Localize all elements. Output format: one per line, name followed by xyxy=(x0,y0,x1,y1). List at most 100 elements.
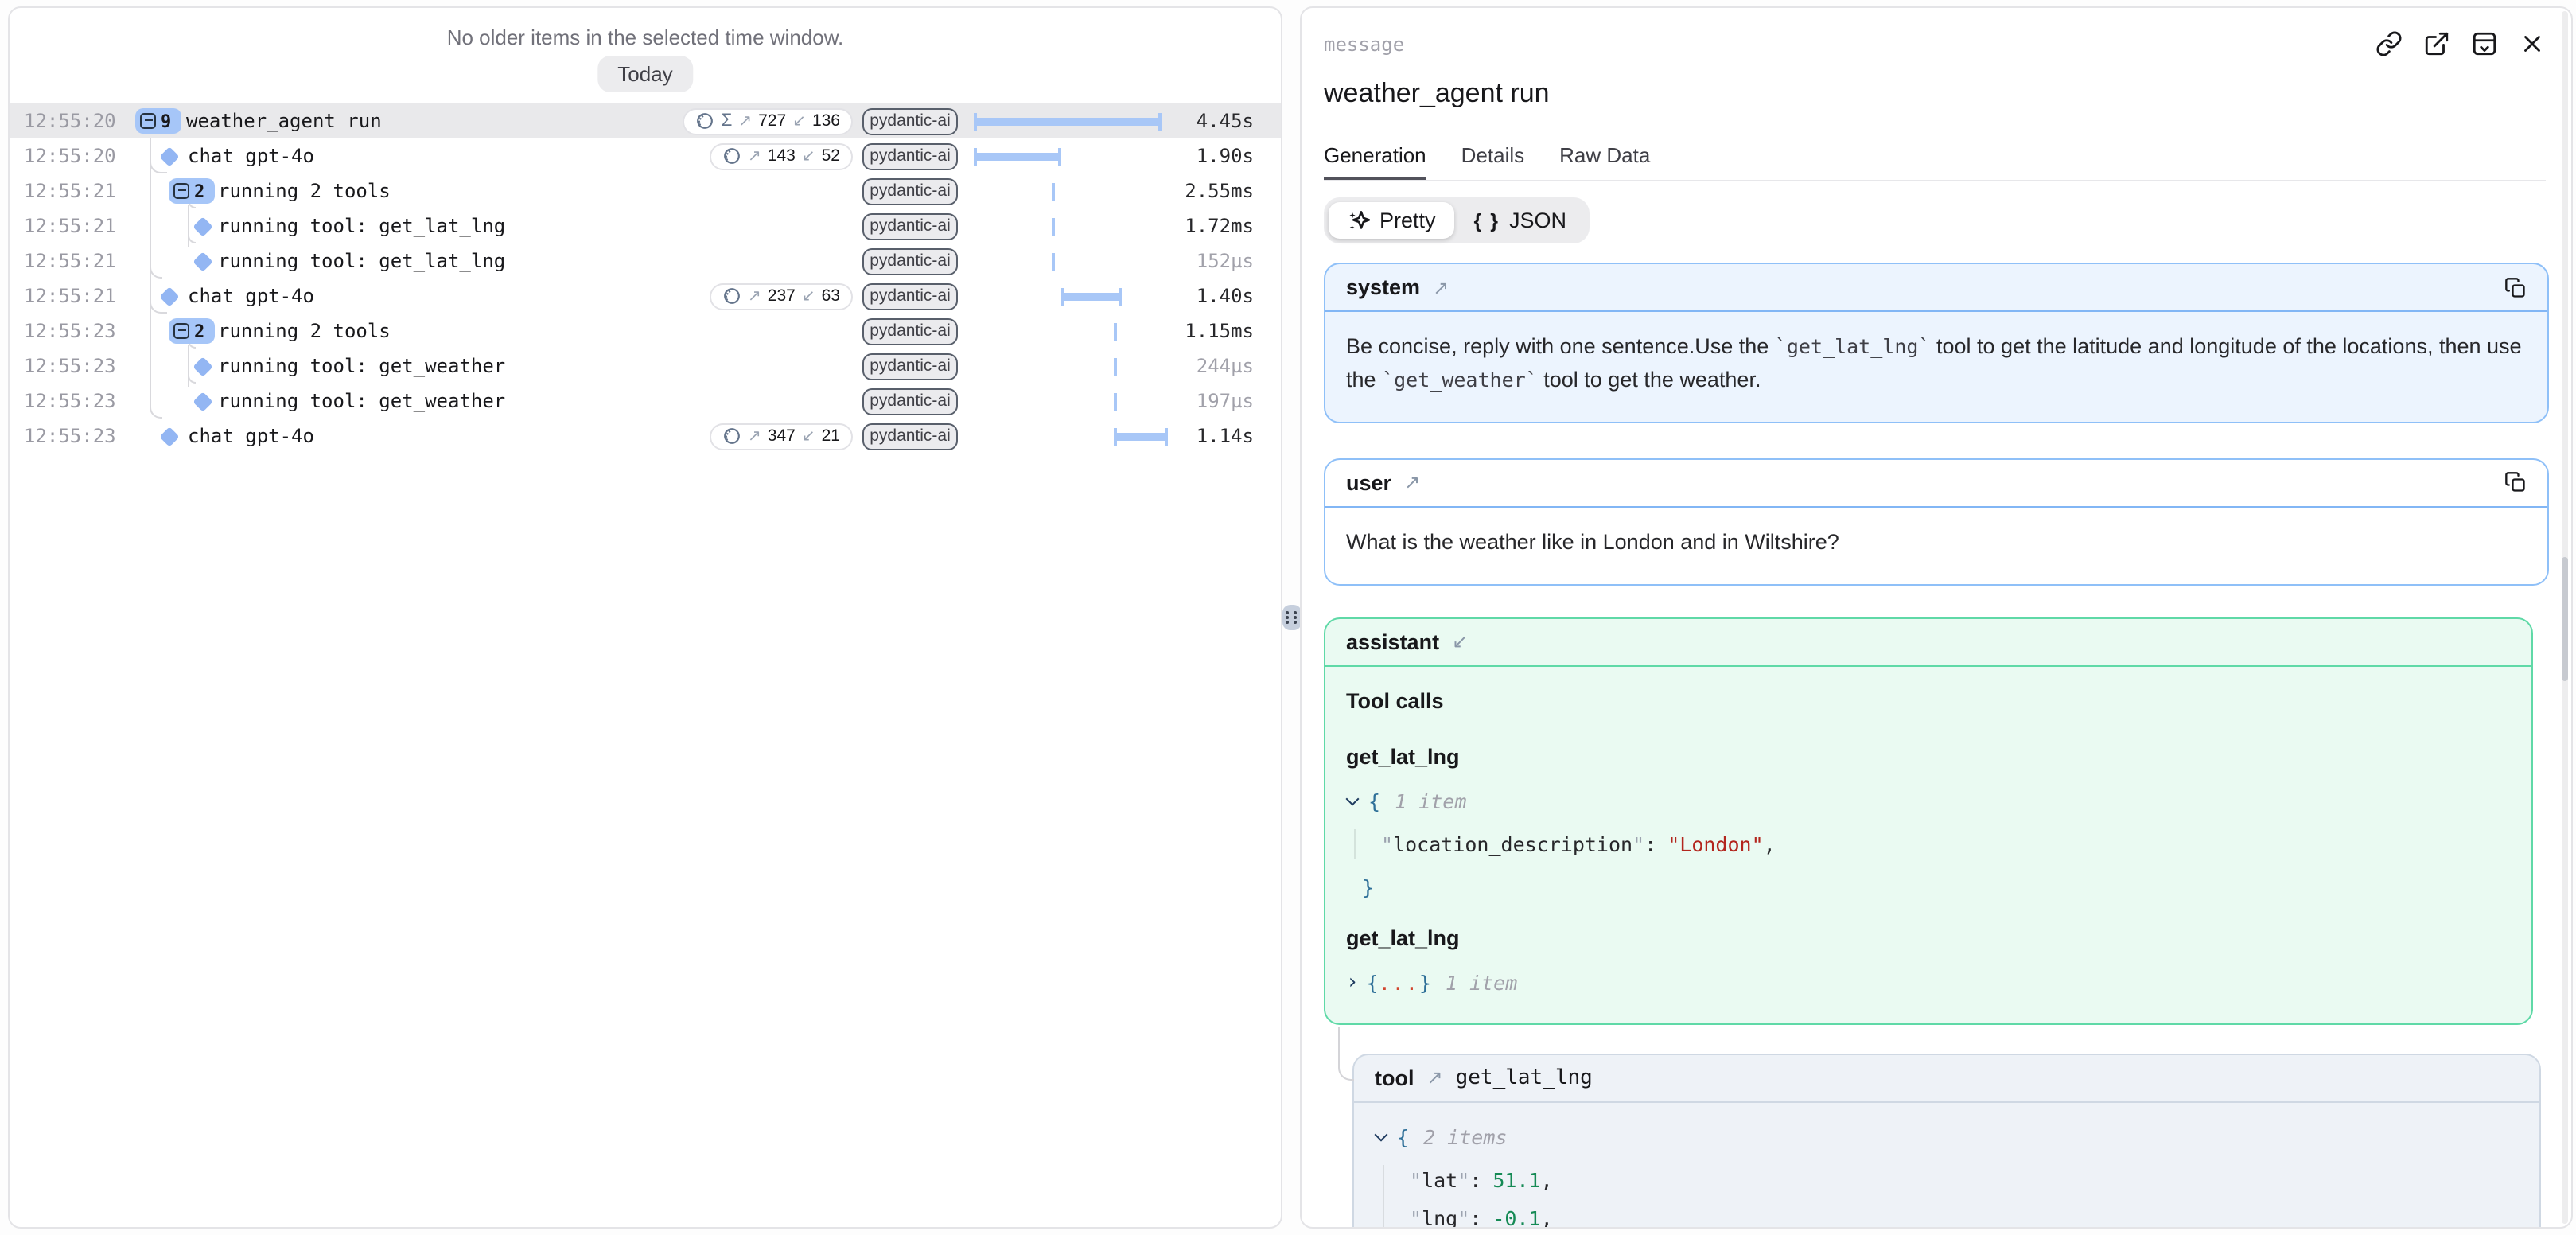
json-braces-icon: { } xyxy=(1474,209,1500,232)
duration-label: 1.72ms xyxy=(1174,215,1254,237)
system-message-text: Be concise, reply with one sentence.Use … xyxy=(1325,312,2547,422)
trace-row[interactable]: 12:55:21 2 running 2 tools pydantic-ai 2… xyxy=(10,173,1281,208)
detail-panel: message weather_agent run Generation Det… xyxy=(1300,6,2573,1229)
trace-row[interactable]: 12:55:23 running tool: get_weather pydan… xyxy=(10,384,1281,419)
span-diamond-icon xyxy=(193,216,212,236)
tool-call-name: get_lat_lng xyxy=(1346,922,2511,956)
close-icon[interactable] xyxy=(2519,30,2546,57)
duration-label: 4.45s xyxy=(1174,110,1254,132)
tokens-sent-icon: ↗ xyxy=(748,427,761,445)
panel-resize-handle[interactable] xyxy=(1282,605,1302,630)
trace-row[interactable]: 12:55:23 chat gpt-4o ↗347 ↙21 pydantic-a… xyxy=(10,419,1281,454)
copy-button[interactable] xyxy=(2504,472,2527,494)
row-meta: pydantic-ai 1.72ms xyxy=(862,208,1281,243)
expander-icon[interactable] xyxy=(1375,1128,1388,1141)
timeline-track xyxy=(967,173,1174,208)
tokens-received: 136 xyxy=(812,111,840,131)
collapse-icon xyxy=(173,323,189,339)
collapse-panel-icon[interactable] xyxy=(2471,30,2498,57)
json-toggle-button[interactable]: { } JSON xyxy=(1455,202,1586,239)
json-item-count: 2 items xyxy=(1423,1122,1507,1153)
json-colon: : xyxy=(1469,1202,1481,1229)
tokens-sent: 347 xyxy=(768,427,796,446)
row-meta: pydantic-ai 197µs xyxy=(862,384,1281,419)
duration-label: 1.14s xyxy=(1174,425,1254,447)
detail-tabs: Generation Details Raw Data xyxy=(1324,143,2546,181)
tab-details[interactable]: Details xyxy=(1461,143,1525,180)
span-diamond-icon xyxy=(193,251,212,271)
scrollbar-thumb[interactable] xyxy=(2561,557,2568,681)
tool-result-json: {2 items "lat":51.1, "lng":-0.1, } xyxy=(1354,1103,2539,1229)
expander-icon[interactable] xyxy=(1346,792,1360,805)
trace-row[interactable]: 12:55:21 chat gpt-4o ↗237 ↙63 pydantic-a… xyxy=(10,279,1281,314)
trace-row[interactable]: 12:55:21 running tool: get_lat_lng pydan… xyxy=(10,208,1281,243)
json-key: lng xyxy=(1422,1202,1457,1229)
tokens-coin-icon xyxy=(722,427,741,446)
trace-row[interactable]: 12:55:20 chat gpt-4o ↗143 ↙52 pydantic-a… xyxy=(10,138,1281,173)
scope-tag: pydantic-ai xyxy=(862,177,958,205)
trace-row[interactable]: 12:55:21 running tool: get_lat_lng pydan… xyxy=(10,243,1281,279)
token-badge: ↗347 ↙21 xyxy=(710,423,853,450)
scope-tag: pydantic-ai xyxy=(862,423,958,450)
token-badge: ↗143 ↙52 xyxy=(710,142,853,169)
token-badge: ↗237 ↙63 xyxy=(710,282,853,310)
span-diamond-icon xyxy=(159,146,179,166)
role-label: assistant xyxy=(1346,630,1439,654)
span-label: weather_agent run xyxy=(186,110,382,132)
json-close-brace: } xyxy=(1362,873,1374,904)
collapse-badge[interactable]: 9 xyxy=(135,108,181,134)
assistant-message-body: Tool calls get_lat_lng {1 item "location… xyxy=(1325,667,2531,1023)
token-badge: Σ ↗727 ↙136 xyxy=(683,107,853,134)
span-label: chat gpt-4o xyxy=(188,285,314,307)
span-label: running tool: get_lat_lng xyxy=(218,215,505,237)
pretty-toggle-button[interactable]: Pretty xyxy=(1329,202,1455,239)
json-collapsed-dots: ... xyxy=(1379,968,1419,999)
collapse-badge[interactable]: 2 xyxy=(169,178,214,204)
tab-raw-data[interactable]: Raw Data xyxy=(1559,143,1650,180)
expander-icon[interactable]: › xyxy=(1346,967,1359,999)
tab-generation[interactable]: Generation xyxy=(1324,143,1426,180)
row-timestamp: 12:55:23 xyxy=(24,390,116,412)
tokens-coin-icon xyxy=(722,146,741,166)
trace-row[interactable]: 12:55:23 running tool: get_weather pydan… xyxy=(10,349,1281,384)
copy-link-icon[interactable] xyxy=(2376,30,2403,57)
message-assistant: assistant ↙ Tool calls get_lat_lng {1 it… xyxy=(1324,618,2533,1025)
json-key: location_description xyxy=(1393,829,1632,860)
tokens-coin-icon xyxy=(722,286,741,306)
detail-header: message weather_agent run Generation Det… xyxy=(1302,8,2571,181)
timeline-track xyxy=(967,243,1174,279)
today-button[interactable]: Today xyxy=(597,56,693,92)
trace-row[interactable]: 12:55:20 9 weather_agent run Σ ↗727 ↙136… xyxy=(10,103,1281,138)
duration-label: 1.40s xyxy=(1174,285,1254,307)
sent-arrow-icon: ↗ xyxy=(1404,472,1420,494)
tokens-received-icon: ↙ xyxy=(802,147,815,165)
json-viewer: ›{...}1 item xyxy=(1346,967,2511,999)
row-meta: pydantic-ai 152µs xyxy=(862,243,1281,279)
copy-button[interactable] xyxy=(2504,276,2527,298)
duration-label: 1.90s xyxy=(1174,145,1254,167)
system-code-span: `get_weather` xyxy=(1382,368,1538,392)
timeline-track xyxy=(967,419,1174,454)
collapse-badge[interactable]: 2 xyxy=(169,318,214,344)
trace-tree: 12:55:20 9 weather_agent run Σ ↗727 ↙136… xyxy=(10,103,1281,454)
json-quote: " xyxy=(1457,1202,1469,1229)
trace-row[interactable]: 12:55:23 2 running 2 tools pydantic-ai 1… xyxy=(10,314,1281,349)
scope-tag: pydantic-ai xyxy=(862,247,958,275)
app: No older items in the selected time wind… xyxy=(0,0,2576,1235)
open-external-icon[interactable] xyxy=(2423,30,2450,57)
system-text-part: Be concise, reply with one sentence.Use … xyxy=(1346,334,1775,358)
duration-bar xyxy=(1114,392,1117,410)
tokens-sent-icon: ↗ xyxy=(738,112,752,130)
row-timestamp: 12:55:21 xyxy=(24,215,116,237)
json-quote: " xyxy=(1457,1165,1469,1196)
row-meta: pydantic-ai 244µs xyxy=(862,349,1281,384)
span-diamond-icon xyxy=(193,392,212,411)
tokens-received: 21 xyxy=(822,427,840,446)
system-code-span: `get_lat_lng` xyxy=(1775,334,1931,358)
collapse-icon xyxy=(140,113,156,129)
span-label: chat gpt-4o xyxy=(188,425,314,447)
span-label: running tool: get_weather xyxy=(218,390,505,412)
json-label: JSON xyxy=(1509,208,1566,232)
tokens-received-icon: ↙ xyxy=(792,112,806,130)
scope-tag: pydantic-ai xyxy=(862,353,958,380)
